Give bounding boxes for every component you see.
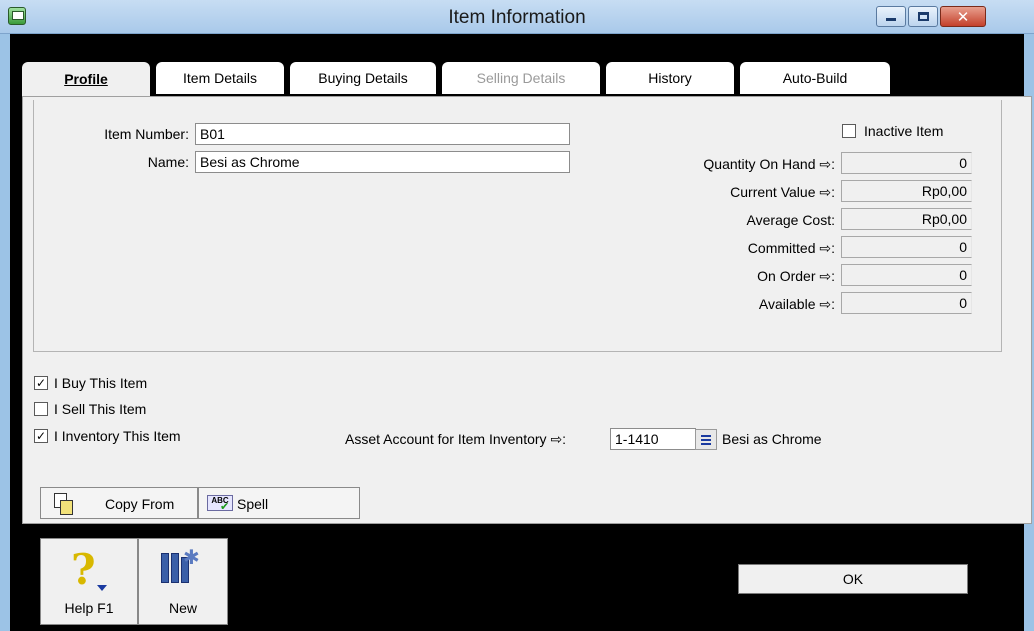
tab-auto-build[interactable]: Auto-Build — [740, 62, 890, 94]
spell-check-icon: ABC ✔ — [207, 495, 233, 513]
name-label: Name: — [147, 154, 189, 170]
tab-item-details[interactable]: Item Details — [156, 62, 284, 94]
inactive-item-label: Inactive Item — [864, 123, 944, 139]
maximize-icon — [917, 12, 929, 21]
zoom-arrow-icon[interactable]: ⇨ — [550, 431, 562, 447]
ok-button[interactable]: OK — [738, 564, 968, 594]
spell-label: Spell — [237, 496, 269, 512]
asset-account-name: Besi as Chrome — [722, 431, 822, 447]
stat-label: Available — [758, 296, 816, 312]
copy-from-label: Copy From — [105, 496, 175, 512]
buy-item-checkbox[interactable]: ✓ — [34, 376, 48, 390]
on-order-label: On Order ⇨: — [757, 268, 835, 284]
tab-label: Item Details — [183, 70, 257, 86]
spell-button[interactable]: ABC ✔ Spell — [198, 487, 360, 519]
new-item-icon: ✱ — [159, 547, 203, 587]
tab-bar: Profile Item Details Buying Details Sell… — [10, 62, 1024, 96]
asset-account-number-field[interactable]: 1-1410 — [610, 428, 696, 450]
tab-label: Selling Details — [476, 70, 566, 86]
available-value: 0 — [841, 292, 972, 314]
tab-buying-details[interactable]: Buying Details — [290, 62, 436, 94]
maximize-button[interactable] — [908, 6, 938, 27]
stat-label: Committed — [747, 240, 816, 256]
quantity-on-hand-label: Quantity On Hand ⇨: — [703, 156, 835, 172]
minimize-icon — [886, 18, 896, 21]
item-number-label: Item Number: — [104, 126, 189, 142]
asset-account-text: Asset Account for Item Inventory — [345, 431, 547, 447]
sell-item-checkbox[interactable] — [34, 402, 48, 416]
stat-label: Current Value — [730, 184, 816, 200]
close-icon: ✕ — [956, 8, 970, 26]
average-cost-value: Rp0,00 — [841, 208, 972, 230]
average-cost-label: Average Cost: — [746, 212, 835, 228]
zoom-arrow-icon[interactable]: ⇨ — [819, 156, 831, 172]
zoom-arrow-icon[interactable]: ⇨ — [819, 184, 831, 200]
copy-icon — [54, 493, 74, 515]
copy-from-button[interactable]: Copy From — [40, 487, 198, 519]
title-bar: Item Information ✕ — [0, 0, 1034, 34]
minimize-button[interactable] — [876, 6, 906, 27]
tab-label: Auto-Build — [782, 70, 848, 86]
tab-label: Buying Details — [318, 70, 408, 86]
tab-label: History — [648, 70, 692, 86]
item-number-field[interactable]: B01 — [195, 123, 570, 145]
tab-history[interactable]: History — [606, 62, 734, 94]
sell-item-label: I Sell This Item — [54, 401, 147, 417]
stat-label: Quantity On Hand — [703, 156, 816, 172]
zoom-arrow-icon[interactable]: ⇨ — [819, 296, 831, 312]
current-value-value: Rp0,00 — [841, 180, 972, 202]
inventory-item-label: I Inventory This Item — [54, 428, 181, 444]
new-button[interactable]: ✱ New — [138, 538, 228, 625]
name-field[interactable]: Besi as Chrome — [195, 151, 570, 173]
tab-label: Profile — [64, 71, 108, 87]
tab-profile[interactable]: Profile — [22, 62, 150, 96]
stat-label: On Order — [757, 268, 816, 284]
ok-label: OK — [842, 571, 864, 587]
current-value-label: Current Value ⇨: — [730, 184, 835, 200]
close-button[interactable]: ✕ — [940, 6, 986, 27]
new-label: New — [168, 600, 197, 616]
inactive-item-checkbox[interactable] — [842, 124, 856, 138]
list-lookup-icon[interactable] — [695, 429, 717, 450]
tab-selling-details: Selling Details — [442, 62, 600, 94]
stat-label: Average Cost — [746, 212, 832, 228]
committed-label: Committed ⇨: — [747, 240, 835, 256]
help-icon: ? — [71, 545, 107, 594]
asset-account-label: Asset Account for Item Inventory ⇨: — [345, 431, 567, 447]
zoom-arrow-icon[interactable]: ⇨ — [819, 268, 831, 284]
help-button[interactable]: ? Help F1 — [40, 538, 138, 625]
on-order-value: 0 — [841, 264, 972, 286]
zoom-arrow-icon[interactable]: ⇨ — [819, 240, 831, 256]
available-label: Available ⇨: — [758, 296, 835, 312]
quantity-on-hand-value: 0 — [841, 152, 972, 174]
help-label: Help F1 — [64, 600, 114, 616]
buy-item-label: I Buy This Item — [54, 375, 148, 391]
inventory-item-checkbox[interactable]: ✓ — [34, 429, 48, 443]
committed-value: 0 — [841, 236, 972, 258]
